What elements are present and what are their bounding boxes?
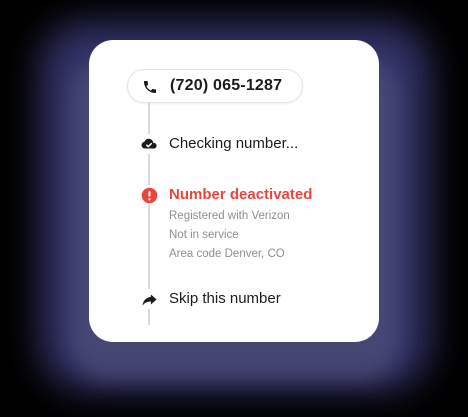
alert-circle-icon xyxy=(139,185,159,205)
phone-number-pill[interactable]: (720) 065-1287 xyxy=(127,69,303,103)
cloud-check-icon xyxy=(139,134,159,154)
phone-icon xyxy=(142,79,158,95)
detail-carrier: Registered with Verizon xyxy=(169,210,290,222)
number-check-card: (720) 065-1287 Checking number... Number… xyxy=(89,40,379,342)
step-deactivated-label: Number deactivated xyxy=(169,186,313,203)
detail-service: Not in service xyxy=(169,229,239,241)
phone-number-text: (720) 065-1287 xyxy=(170,77,283,94)
step-checking-label: Checking number... xyxy=(169,135,299,152)
skip-number-button[interactable]: Skip this number xyxy=(169,290,281,307)
forward-arrow-icon xyxy=(139,289,159,309)
detail-area-code: Area code Denver, CO xyxy=(169,248,285,260)
